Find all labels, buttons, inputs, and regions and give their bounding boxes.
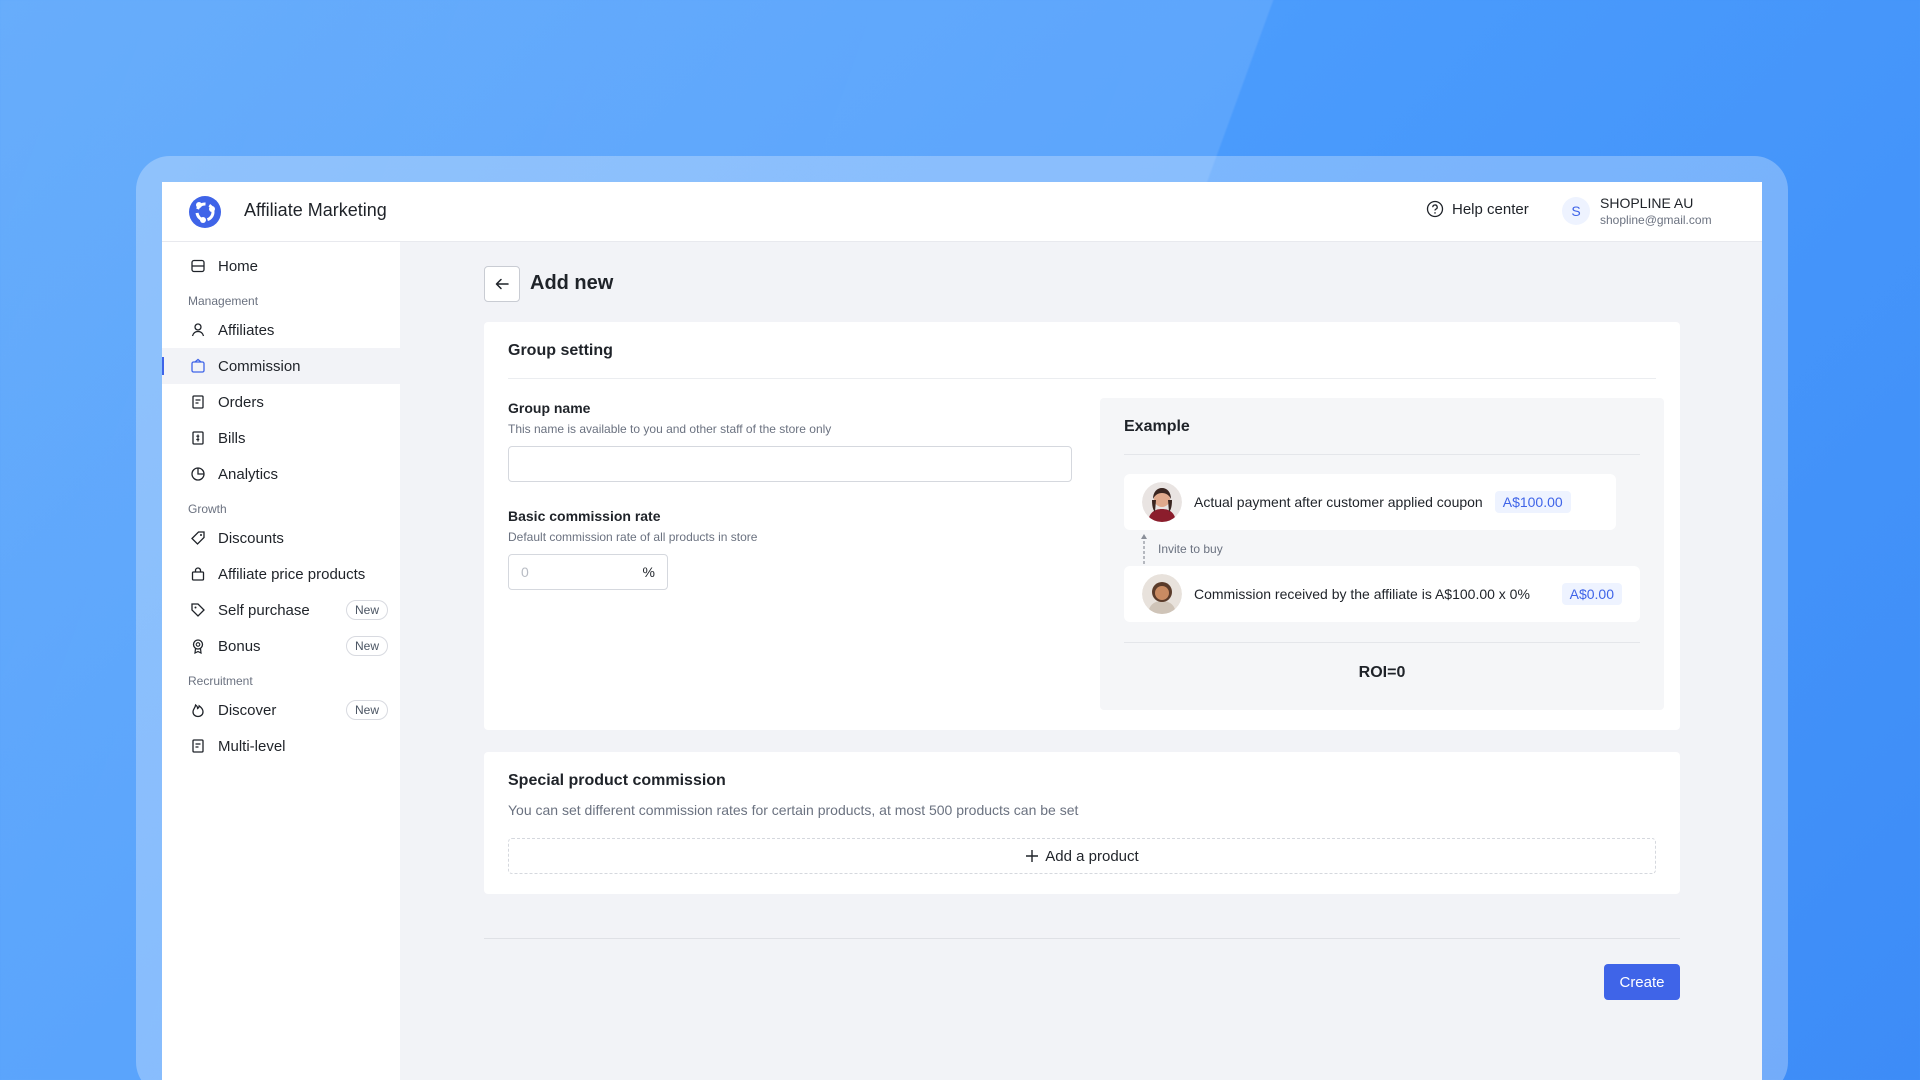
bag-icon [191, 567, 205, 581]
section-growth: Growth [188, 502, 227, 516]
roi-value: ROI=0 [1358, 664, 1406, 681]
avatar: S [1562, 197, 1590, 225]
sidebar-item-analytics[interactable]: Analytics [162, 456, 400, 492]
help-center-link[interactable]: Help center [1426, 200, 1529, 218]
sidebar-item-label: Bonus [218, 637, 261, 655]
payment-description: Actual payment after customer applied co… [1194, 493, 1483, 510]
group-name-help: This name is available to you and other … [508, 422, 832, 436]
user-icon [191, 323, 205, 337]
example-commission-row: Commission received by the affiliate is … [1124, 566, 1640, 622]
sidebar-item-label: Self purchase [218, 601, 310, 619]
user-name: SHOPLINE AU [1600, 195, 1694, 211]
page-title: Add new [530, 272, 614, 294]
payment-amount: A$100.00 [1494, 491, 1571, 513]
wallet-icon [191, 358, 205, 373]
bill-icon [192, 431, 204, 445]
help-center-label: Help center [1452, 200, 1529, 218]
arrow-up-icon [1141, 534, 1147, 564]
special-commission-card: Special product commission You can set d… [484, 752, 1680, 894]
price-tag-icon [191, 603, 205, 617]
example-panel: Example Actual payment after customer ap… [1100, 398, 1664, 710]
sidebar-item-home[interactable]: Home [162, 248, 400, 284]
sidebar-item-label: Discover [218, 701, 277, 719]
commission-rate-help: Default commission rate of all products … [508, 530, 758, 544]
create-button[interactable]: Create [1604, 964, 1680, 1000]
add-product-button[interactable]: Add a product [508, 838, 1656, 874]
invite-indicator: Invite to buy [1140, 532, 1223, 566]
group-name-label: Group name [508, 400, 591, 416]
add-product-label: Add a product [1045, 847, 1139, 865]
app-title: Affiliate Marketing [244, 200, 387, 220]
sidebar-item-affiliate-price-products[interactable]: Affiliate price products [162, 556, 400, 592]
sidebar-item-label: Orders [218, 393, 264, 411]
section-recruitment: Recruitment [188, 674, 253, 688]
sidebar-item-bonus[interactable]: Bonus New [162, 628, 400, 664]
sidebar-item-discover[interactable]: Discover New [162, 692, 400, 728]
special-description: You can set different commission rates f… [508, 802, 1079, 818]
rate-placeholder: 0 [521, 564, 529, 580]
top-header: Affiliate Marketing Help center S SHOPLI… [162, 182, 1762, 242]
sidebar: Home Management Affiliates Commission Or… [162, 242, 400, 1080]
sidebar-item-label: Multi-level [218, 737, 286, 755]
sidebar-item-label: Home [218, 257, 259, 275]
sidebar-item-label: Analytics [218, 465, 279, 483]
commission-rate-label: Basic commission rate [508, 508, 661, 524]
sidebar-item-label: Commission [218, 357, 301, 375]
sidebar-item-multi-level[interactable]: Multi-level [162, 728, 400, 764]
divider [1124, 454, 1640, 455]
sidebar-item-commission[interactable]: Commission [162, 348, 400, 384]
new-badge: New [345, 636, 388, 656]
customer-avatar [1142, 482, 1182, 522]
sidebar-item-label: Affiliates [218, 321, 275, 339]
app-window: Affiliate Marketing Help center S SHOPLI… [162, 182, 1762, 1080]
example-payment-row: Actual payment after customer applied co… [1124, 474, 1616, 530]
sidebar-item-label: Discounts [218, 529, 284, 547]
sidebar-item-affiliates[interactable]: Affiliates [162, 312, 400, 348]
invite-label: Invite to buy [1158, 542, 1223, 556]
sidebar-item-label: Bills [218, 429, 246, 447]
arrow-left-icon [495, 278, 509, 290]
flame-icon [192, 703, 204, 718]
card-title: Group setting [508, 342, 613, 359]
back-button[interactable] [484, 266, 520, 302]
commission-amount: A$0.00 [1561, 583, 1622, 605]
group-setting-card: Group setting Group name This name is av… [484, 322, 1680, 730]
sidebar-item-label: Affiliate price products [218, 565, 366, 583]
user-email: shopline@gmail.com [1600, 213, 1712, 227]
divider [1124, 642, 1640, 643]
example-title: Example [1124, 418, 1190, 435]
commission-rate-input[interactable]: 0 % [508, 554, 668, 590]
plus-icon [1026, 850, 1039, 862]
pie-chart-icon [191, 467, 205, 481]
commission-description: Commission received by the affiliate is … [1194, 585, 1530, 602]
affiliate-avatar [1142, 574, 1182, 614]
card-title: Special product commission [508, 772, 726, 789]
divider [508, 378, 1656, 379]
app-logo-icon [189, 196, 221, 228]
document-icon [192, 395, 204, 409]
user-menu[interactable]: S SHOPLINE AU shopline@gmail.com [1562, 194, 1712, 228]
new-badge: New [345, 700, 388, 720]
group-name-input[interactable] [508, 446, 1072, 482]
home-icon [191, 259, 205, 273]
medal-icon [192, 639, 204, 654]
sidebar-item-orders[interactable]: Orders [162, 384, 400, 420]
tag-icon [191, 531, 205, 545]
help-icon [1426, 200, 1444, 218]
sidebar-item-discounts[interactable]: Discounts [162, 520, 400, 556]
sidebar-item-bills[interactable]: Bills [162, 420, 400, 456]
percent-suffix: % [642, 564, 655, 580]
section-management: Management [188, 294, 259, 308]
new-badge: New [345, 600, 388, 620]
document-icon [192, 739, 204, 753]
footer-divider [484, 938, 1680, 939]
sidebar-item-self-purchase[interactable]: Self purchase New [162, 592, 400, 628]
